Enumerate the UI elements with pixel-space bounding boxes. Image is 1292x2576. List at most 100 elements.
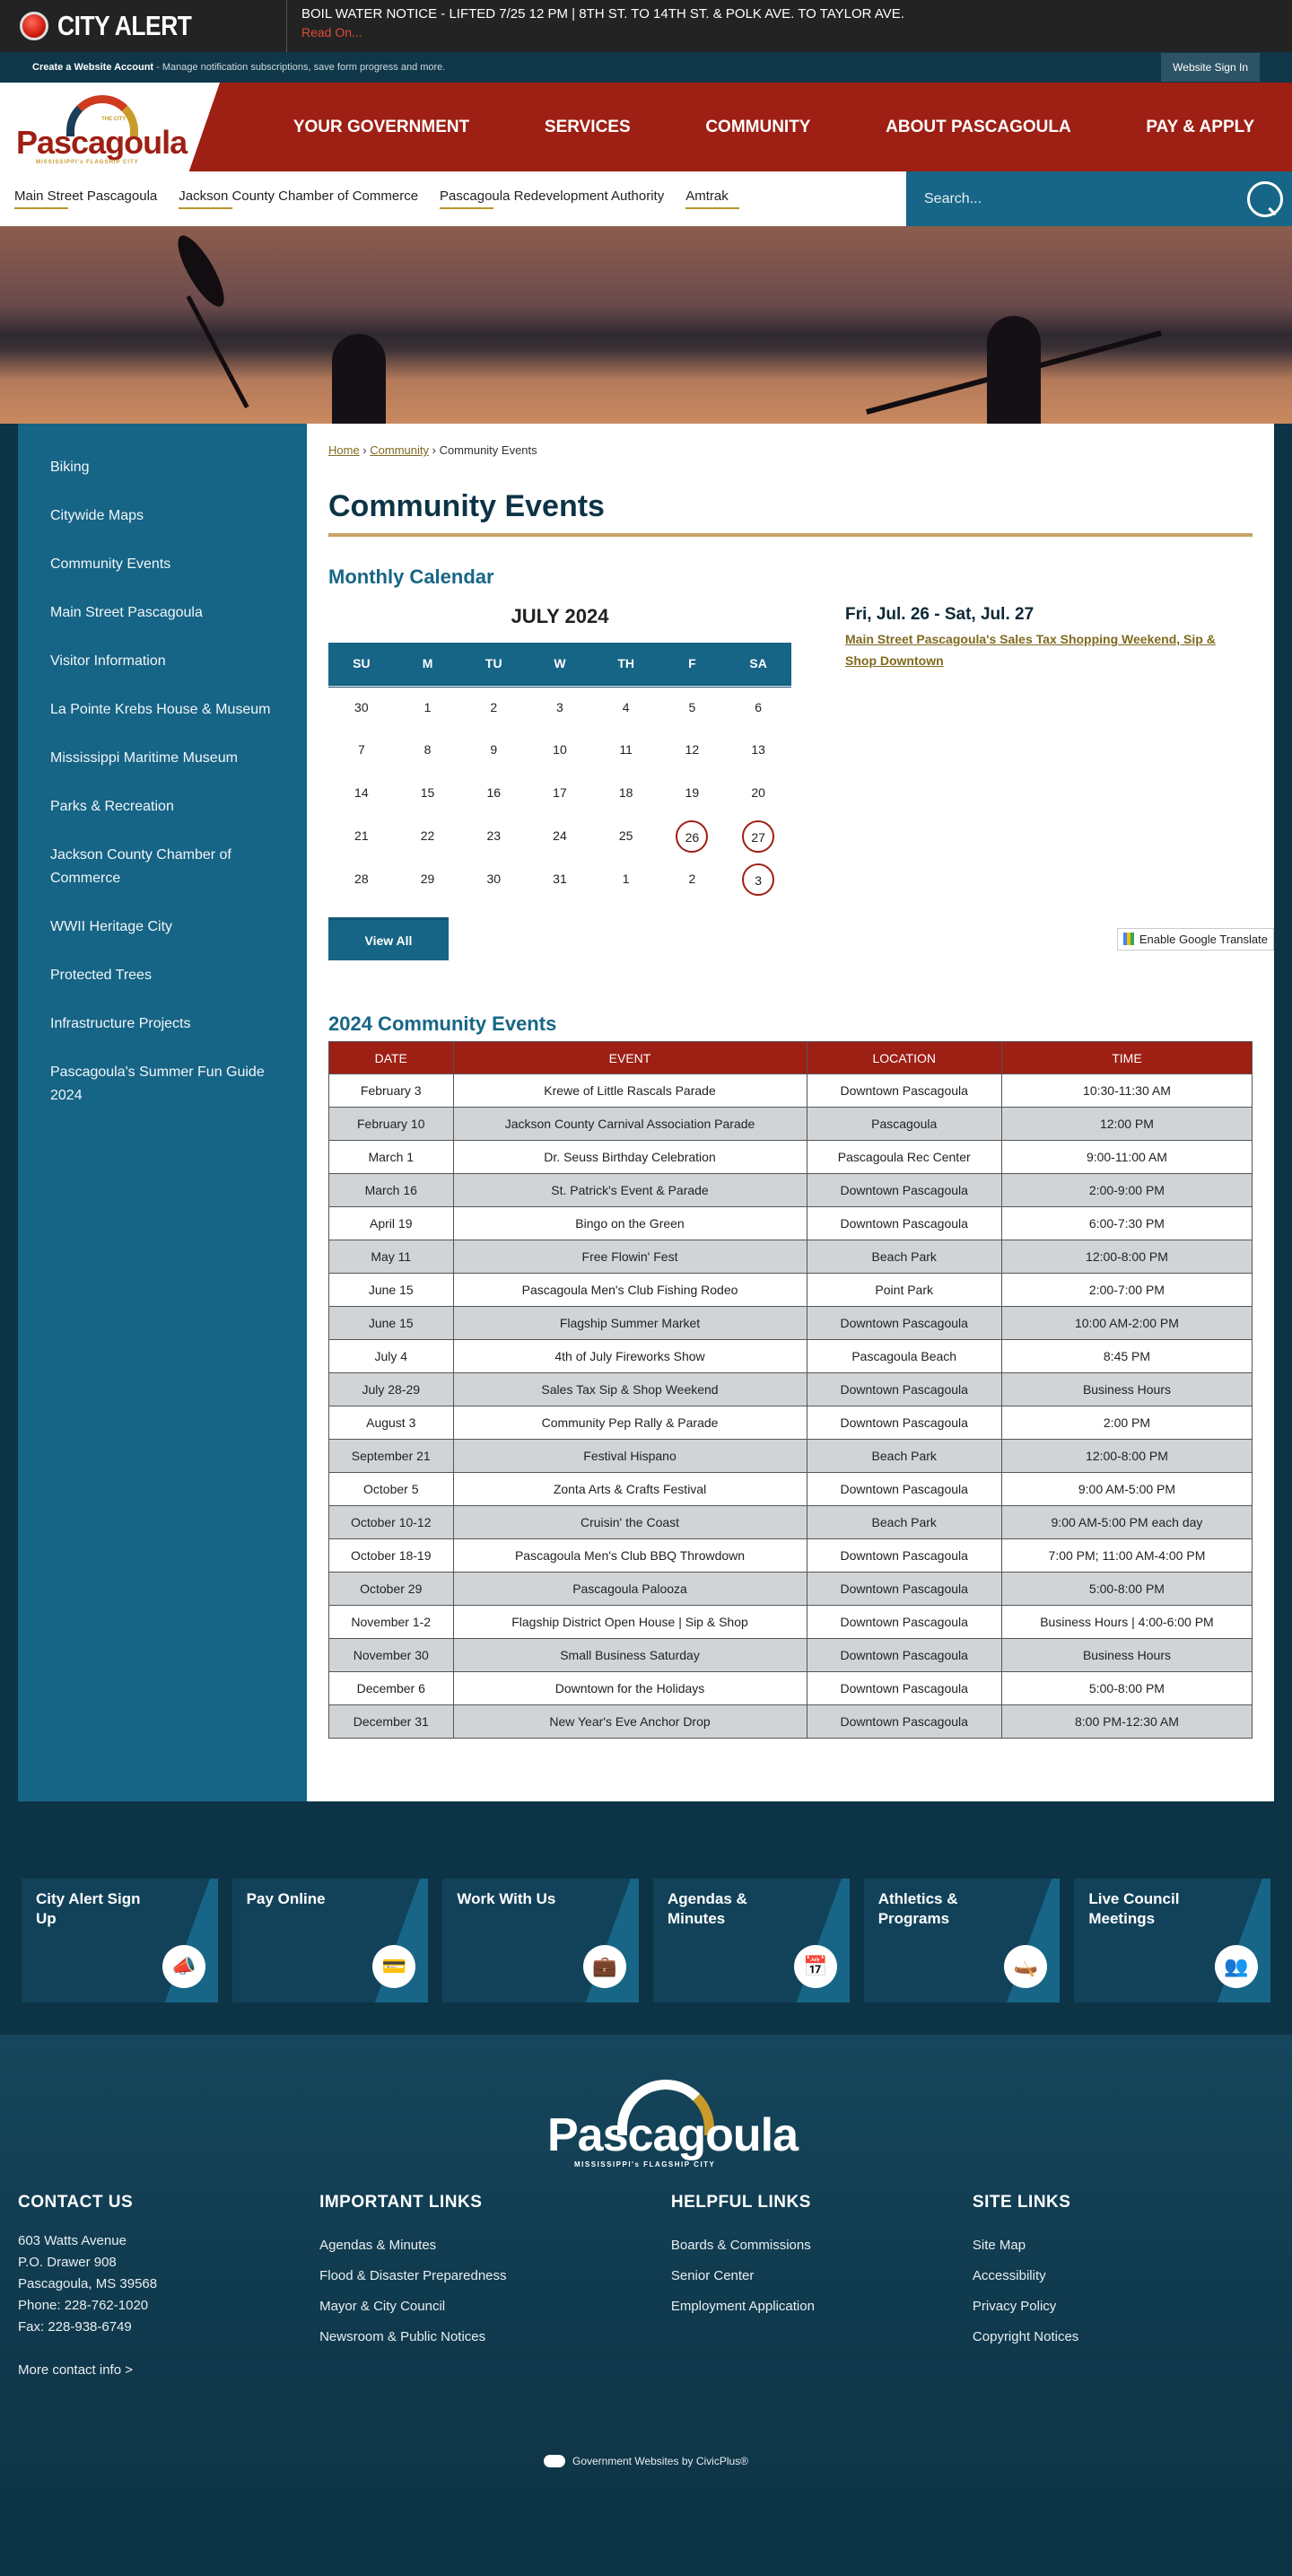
footer-link[interactable]: Accessibility [973, 2261, 1274, 2291]
event-date: March 1 [328, 1140, 454, 1174]
featured-event-date: Fri, Jul. 26 - Sat, Jul. 27 [845, 605, 1034, 624]
sidebar-item[interactable]: Infrastructure Projects [18, 998, 307, 1047]
calendar-day-cell: 10 [527, 729, 593, 772]
footer-link[interactable]: Site Map [973, 2230, 1274, 2261]
sidebar-item[interactable]: WWII Heritage City [18, 901, 307, 950]
quick-tile-5[interactable]: Live Council Meetings 👥 [1074, 1879, 1271, 2002]
footer-link[interactable]: Privacy Policy [973, 2291, 1274, 2322]
quick-tile-0[interactable]: City Alert Sign Up 📣 [22, 1879, 218, 2002]
event-location: Pascagoula [806, 1107, 1002, 1141]
sidebar-item[interactable]: Citywide Maps [18, 490, 307, 539]
sidebar-item[interactable]: Protected Trees [18, 950, 307, 998]
events-column-header: DATE [328, 1041, 454, 1074]
calendar-day: 21 [354, 828, 369, 843]
sidebar-item[interactable]: Mississippi Maritime Museum [18, 732, 307, 781]
credit-card-icon: 💳 [372, 1945, 416, 1988]
footer-link[interactable]: Newsroom & Public Notices [319, 2322, 671, 2353]
logo-wordmark: Pascagoula [16, 123, 188, 161]
footer-link[interactable]: Boards & Commissions [671, 2230, 973, 2261]
website-sign-in-button[interactable]: Website Sign In [1161, 53, 1260, 82]
footer-link[interactable]: Mayor & City Council [319, 2291, 671, 2322]
quick-tile-4[interactable]: Athletics & Programs 🛶 [863, 1879, 1061, 2002]
quick-tile-1[interactable]: Pay Online 💳 [231, 1879, 429, 2002]
sidebar-item[interactable]: Biking [18, 442, 307, 490]
table-row: November 30 Small Business Saturday Downto… [328, 1638, 1253, 1672]
event-time: 5:00-8:00 PM [1000, 1671, 1253, 1705]
event-name: Pascagoula Palooza [452, 1572, 808, 1606]
event-date: November 1-2 [328, 1605, 454, 1639]
nav-item-0[interactable]: YOUR GOVERNMENT [293, 118, 469, 137]
quick-link[interactable]: Amtrak [685, 188, 739, 209]
event-location: Point Park [806, 1273, 1002, 1307]
event-time: 7:00 PM; 11:00 AM-4:00 PM [1000, 1538, 1253, 1573]
event-name: Sales Tax Sip & Shop Weekend [452, 1372, 808, 1406]
footer-link[interactable]: Agendas & Minutes [319, 2230, 671, 2261]
sidebar-item[interactable]: Parks & Recreation [18, 781, 307, 829]
google-translate-button[interactable]: Enable Google Translate [1116, 927, 1274, 951]
search-input[interactable] [924, 190, 1193, 207]
calendar-event-day[interactable]: 3 [742, 863, 775, 896]
event-date: June 15 [328, 1306, 454, 1340]
calendar-event-day[interactable]: 27 [742, 820, 775, 853]
calendar-day-cell: 1 [593, 858, 659, 901]
quick-link[interactable]: Jackson County Chamber of Commerce [179, 188, 418, 209]
calendar-week: 21 22 23 24 25 26 27 [328, 815, 791, 858]
calendar-day-cell: 25 [593, 815, 659, 858]
tile-label: Agendas & Minutes [668, 1890, 747, 1927]
event-location: Downtown Pascagoula [806, 1572, 1002, 1606]
quick-tile-3[interactable]: Agendas & Minutes 📅 [653, 1879, 850, 2002]
civicplus-label: Government Websites by CivicPlus® [572, 2455, 749, 2467]
events-table-heading: 2024 Community Events [328, 1012, 557, 1035]
event-name: Pascagoula Men's Club Fishing Rodeo [452, 1273, 808, 1307]
calendar-day-cell: 26 [659, 815, 726, 858]
site-logo-link[interactable]: THE CITY of Pascagoula MISSISSIPPI's FLA… [0, 83, 220, 171]
event-location: Downtown Pascagoula [806, 1671, 1002, 1705]
footer-link[interactable]: Copyright Notices [973, 2322, 1274, 2353]
event-name: Downtown for the Holidays [452, 1671, 808, 1705]
calendar-day-cell: 30 [460, 858, 527, 901]
contact-line: Phone: 228-762-1020 [18, 2298, 149, 2313]
event-time: 9:00 AM-5:00 PM [1000, 1472, 1253, 1506]
table-row: December 6 Downtown for the Holidays Downt… [328, 1671, 1253, 1705]
calendar-event-day[interactable]: 26 [676, 820, 709, 853]
nav-item-3[interactable]: ABOUT PASCAGOULA [886, 118, 1071, 137]
event-date: August 3 [328, 1406, 454, 1440]
event-time: 12:00-8:00 PM [1000, 1439, 1253, 1473]
quick-link[interactable]: Main Street Pascagoula [14, 188, 157, 209]
quick-tile-2[interactable]: Work With Us 💼 [442, 1879, 640, 2002]
quick-action-tiles: City Alert Sign Up 📣 Pay Online 💳 Work With … [0, 1801, 1292, 2035]
calendar-day: 4 [622, 699, 630, 714]
sidebar-item[interactable]: La Pointe Krebs House & Museum [18, 684, 307, 732]
event-time: 5:00-8:00 PM [1000, 1572, 1253, 1606]
sidebar-item[interactable]: Jackson County Chamber of Commerce [18, 829, 307, 901]
footer-link[interactable]: Flood & Disaster Preparedness [319, 2261, 671, 2291]
sidebar-item[interactable]: Community Events [18, 539, 307, 587]
featured-event-link[interactable]: Main Street Pascagoula's Sales Tax Shopp… [845, 628, 1240, 671]
footer-link[interactable]: Employment Application [671, 2291, 973, 2322]
breadcrumb-community[interactable]: Community [370, 443, 429, 457]
more-contact-info-link[interactable]: More contact info > [18, 2360, 319, 2381]
city-alert-bar: CITY ALERT BOIL WATER NOTICE - LIFTED 7/… [0, 0, 1292, 52]
sidebar-item[interactable]: Main Street Pascagoula [18, 587, 307, 635]
breadcrumb-separator: › [359, 443, 371, 457]
view-all-button[interactable]: View All [328, 917, 449, 960]
footer-link[interactable]: Senior Center [671, 2261, 973, 2291]
quick-link[interactable]: Pascagoula Redevelopment Authority [440, 188, 664, 209]
create-account-link[interactable]: Create a Website Account [32, 62, 153, 73]
event-date: February 10 [328, 1107, 454, 1141]
calendar-day-header: TH [592, 643, 659, 688]
search-icon[interactable] [1247, 180, 1283, 217]
nav-item-1[interactable]: SERVICES [545, 118, 631, 137]
create-account-notice: Create a Website Account - Manage notifi… [32, 62, 445, 73]
breadcrumb-home[interactable]: Home [328, 443, 360, 457]
sidebar-item[interactable]: Pascagoula's Summer Fun Guide 2024 [18, 1047, 307, 1118]
event-date: June 15 [328, 1273, 454, 1307]
civicplus-link[interactable]: Government Websites by CivicPlus® [18, 2455, 1274, 2467]
alert-read-on-link[interactable]: Read On... [301, 25, 904, 39]
nav-item-4[interactable]: PAY & APPLY [1146, 118, 1254, 137]
event-time: 10:00 AM-2:00 PM [1000, 1306, 1253, 1340]
event-location: Beach Park [806, 1439, 1002, 1473]
nav-item-2[interactable]: COMMUNITY [705, 118, 810, 137]
sidebar-item[interactable]: Visitor Information [18, 635, 307, 684]
breadcrumb-separator: › [429, 443, 440, 457]
